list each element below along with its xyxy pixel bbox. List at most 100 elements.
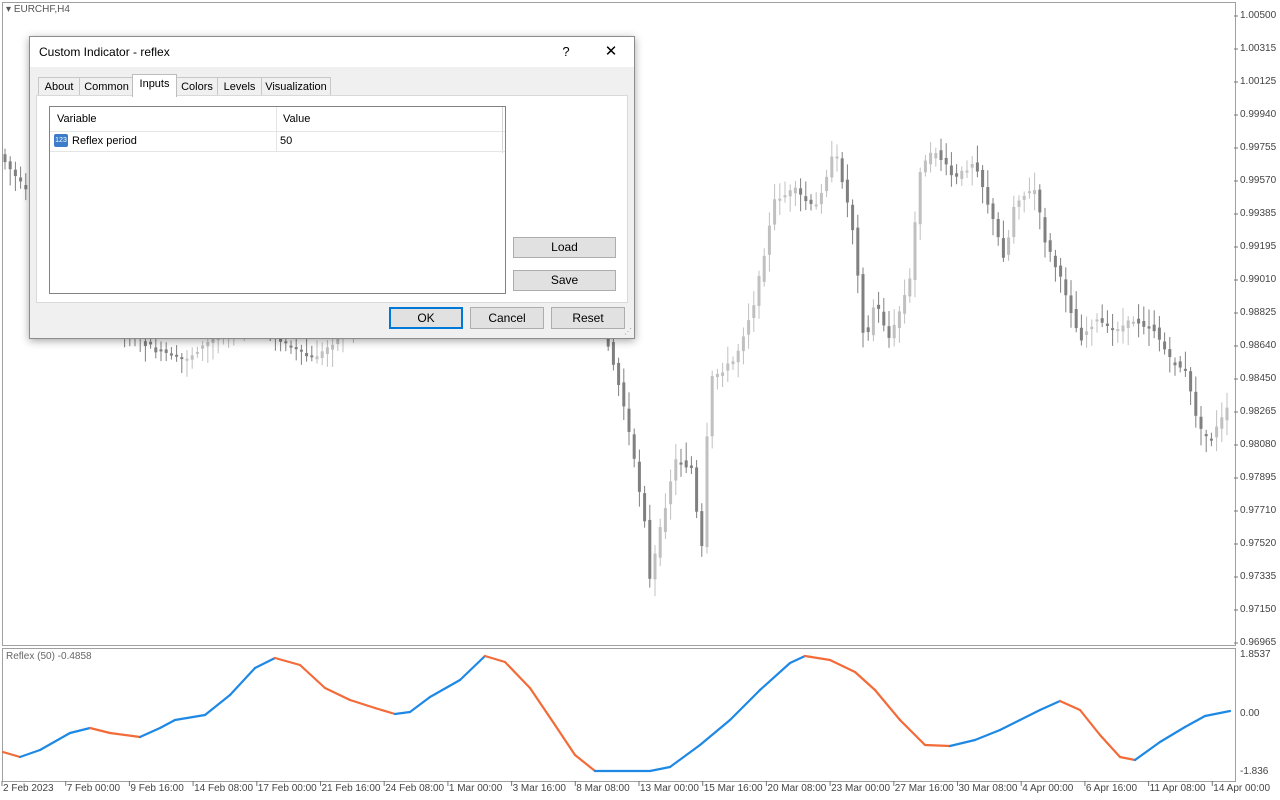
candle-body [783, 195, 787, 198]
candle-body [679, 462, 683, 465]
candle-body [1152, 324, 1156, 332]
time-tick-label: 14 Apr 00:00 [1213, 783, 1271, 794]
candle-body [736, 350, 740, 363]
reflex-line-segment [1098, 733, 1122, 759]
candle-body [715, 373, 719, 378]
indicator-title: Reflex (50) -0.4858 [6, 651, 92, 662]
candle-body [1100, 318, 1104, 323]
candle-body [1069, 295, 1073, 313]
reflex-line-segment [38, 731, 72, 752]
reflex-line-segment [573, 753, 597, 773]
candle-body [877, 304, 881, 309]
candle-body [793, 187, 797, 194]
candle-body [975, 162, 979, 172]
candle-body [299, 349, 303, 352]
reflex-line-segment [1058, 699, 1082, 712]
price-tick-label: 0.99010 [1240, 274, 1277, 285]
time-tick-label: 15 Mar 16:00 [703, 783, 763, 794]
candle-body [1053, 255, 1057, 268]
candle-body [814, 204, 818, 207]
indicator-tick-label: 1.8537 [1240, 649, 1271, 660]
tab-levels[interactable]: Levels [217, 77, 262, 96]
reflex-line-segment [1133, 740, 1162, 762]
reflex-line-segment [1078, 708, 1102, 737]
candle-body [887, 326, 891, 338]
candle-body [871, 307, 875, 336]
candle-body [1043, 217, 1047, 243]
save-button[interactable]: Save [513, 270, 616, 291]
time-tick-label: 1 Mar 00:00 [448, 783, 503, 794]
reflex-line-segment [1183, 714, 1207, 729]
tab-common[interactable]: Common [79, 77, 134, 96]
reset-button[interactable]: Reset [551, 307, 625, 329]
price-tick-label: 0.99385 [1240, 208, 1277, 219]
price-tick-label: 0.98640 [1240, 340, 1277, 351]
candle-body [1027, 191, 1031, 194]
reflex-line-segment [1, 750, 22, 759]
reflex-line-segment [758, 661, 792, 692]
value-cell[interactable]: 50 [280, 135, 292, 147]
candle-body [866, 327, 870, 333]
tab-colors[interactable]: Colors [176, 77, 218, 96]
cancel-button[interactable]: Cancel [470, 307, 544, 329]
candle-body [747, 320, 751, 335]
candle-body [1147, 326, 1151, 329]
candle-body [721, 372, 725, 376]
candle-body [819, 192, 823, 205]
candle-body [981, 169, 985, 188]
symbol-label: EURCHF,H4 [13, 4, 70, 15]
reflex-line-segment [698, 718, 732, 747]
reflex-line-segment [108, 731, 142, 739]
candle-body [674, 459, 678, 481]
candle-body [622, 382, 626, 407]
tab-about[interactable]: About [38, 77, 80, 96]
help-icon[interactable]: ? [556, 41, 576, 63]
price-tick-label: 0.98080 [1240, 439, 1277, 450]
candle-body [1048, 240, 1052, 252]
dialog-title: Custom Indicator - reflex [39, 45, 170, 59]
candle-body [809, 199, 813, 204]
reflex-line-segment [503, 660, 532, 690]
reflex-line-segment [998, 718, 1022, 732]
close-icon[interactable]: ✕ [598, 41, 624, 63]
candle-body [143, 341, 147, 346]
indicator-tick-label: -1.836 [1240, 766, 1269, 777]
tab-inputs[interactable]: Inputs [132, 74, 177, 97]
resize-grip-icon[interactable]: ⋰ [624, 328, 632, 336]
column-header-value[interactable]: Value [283, 113, 310, 125]
ok-button[interactable]: OK [389, 307, 463, 329]
candle-body [3, 154, 7, 163]
candle-body [1204, 434, 1208, 437]
candle-body [1168, 349, 1172, 358]
candle-body [653, 553, 657, 580]
tab-visualization[interactable]: Visualization [261, 77, 331, 96]
candle-body [1220, 417, 1224, 429]
candle-body [24, 185, 28, 190]
dropdown-arrow-icon[interactable]: ▾ [6, 4, 11, 15]
reflex-line-segment [668, 743, 702, 769]
reflex-line-segment [803, 654, 832, 662]
candle-body [684, 460, 688, 468]
candle-body [663, 508, 667, 533]
candle-body [611, 341, 615, 365]
candle-body [897, 311, 901, 329]
candle-body [1131, 321, 1135, 324]
candle-body [700, 511, 704, 547]
candle-body [1095, 319, 1099, 322]
column-header-variable[interactable]: Variable [57, 113, 97, 125]
candle-body [206, 342, 210, 347]
dialog-titlebar[interactable]: Custom Indicator - reflex ? ✕ [30, 37, 634, 67]
candle-body [1189, 371, 1193, 392]
candle-body [325, 347, 329, 354]
candle-body [13, 169, 17, 177]
price-tick-label: 0.97520 [1240, 538, 1277, 549]
table-row[interactable]: 123 Reflex period 50 [50, 131, 505, 152]
candle-body [19, 177, 23, 182]
candle-body [1001, 238, 1005, 258]
load-button[interactable]: Load [513, 237, 616, 258]
candle-body [1157, 327, 1161, 340]
candle-body [1022, 195, 1026, 200]
candle-body [934, 153, 938, 159]
price-tick-label: 1.00500 [1240, 10, 1277, 21]
candle-body [923, 160, 927, 173]
